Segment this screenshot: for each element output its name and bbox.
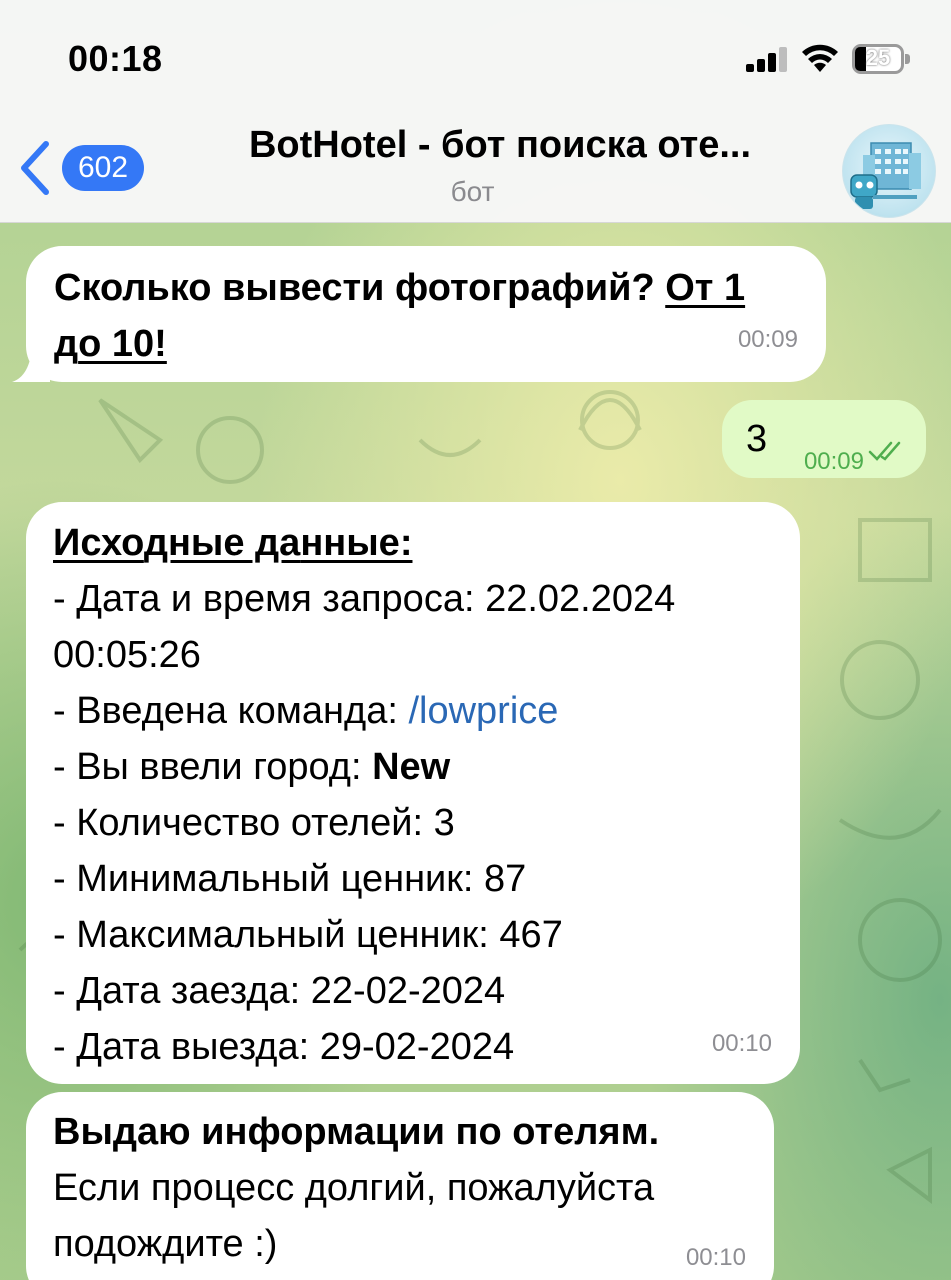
underlined-range: От 1 bbox=[665, 267, 746, 309]
message-time: 00:10 bbox=[685, 1244, 746, 1271]
battery-level: 25 bbox=[865, 45, 891, 70]
message-source-data[interactable]: Исходные данные: - Дата и время запроса:… bbox=[26, 502, 800, 1084]
command-link[interactable]: /lowprice bbox=[408, 690, 558, 732]
request-time-line: 00:05:26 bbox=[53, 634, 201, 676]
checkout-line: - Дата выезда: 29-02-2024 bbox=[53, 1026, 515, 1068]
request-date-line: - Дата и время запроса: 22.02.2024 bbox=[53, 578, 676, 620]
message-text-line: подождите :) bbox=[53, 1223, 278, 1265]
back-button[interactable]: 602 bbox=[16, 136, 166, 200]
command-line: - Введена команда: /lowprice bbox=[53, 690, 559, 732]
chevron-left-icon bbox=[21, 141, 49, 195]
battery-icon: 25 bbox=[852, 44, 910, 74]
checkin-line: - Дата заезда: 22-02-2024 bbox=[53, 970, 506, 1012]
double-check-icon bbox=[868, 441, 901, 461]
bot-avatar[interactable] bbox=[842, 124, 936, 218]
city-line: - Вы ввели город: New bbox=[53, 746, 451, 788]
cellular-signal-icon bbox=[746, 46, 790, 72]
message-title: Выдаю информации по отелям. bbox=[53, 1111, 660, 1153]
message-text-line: Сколько вывести фотографий? От 1 bbox=[54, 267, 746, 309]
min-price-line: - Минимальный ценник: 87 bbox=[53, 858, 527, 900]
status-time: 00:18 bbox=[68, 38, 163, 79]
city-value: New bbox=[372, 746, 451, 788]
message-time: 00:09 bbox=[737, 326, 798, 353]
message-heading: Исходные данные: bbox=[53, 522, 413, 564]
wifi-icon bbox=[802, 44, 838, 72]
chat-title[interactable]: BotHotel - бот поиска оте... bbox=[200, 124, 800, 167]
unread-count-badge: 602 bbox=[62, 145, 145, 191]
max-price-line: - Максимальный ценник: 467 bbox=[53, 914, 563, 956]
hotel-robot-icon bbox=[850, 142, 921, 209]
message-time: 00:10 bbox=[711, 1030, 772, 1057]
top-bar: 00:18 25 602 BotHotel - бот поиска оте..… bbox=[0, 0, 951, 223]
message-photo-count-question[interactable]: Сколько вывести фотографий? От 1 до 10! … bbox=[26, 246, 826, 382]
message-text: 3 bbox=[746, 418, 768, 460]
message-time: 00:09 bbox=[803, 448, 864, 475]
chat-subtitle: бот bbox=[450, 176, 495, 207]
message-outgoing-answer[interactable]: 3 00:09 bbox=[722, 400, 926, 478]
message-hotel-info-loading[interactable]: Выдаю информации по отелям. Если процесс… bbox=[26, 1092, 774, 1280]
hotels-count-line: - Количество отелей: 3 bbox=[53, 802, 455, 844]
message-text-line: Если процесс долгий, пожалуйста bbox=[53, 1167, 655, 1209]
message-text-line: до 10! bbox=[54, 323, 167, 365]
underlined-range: о 10! bbox=[78, 323, 167, 365]
